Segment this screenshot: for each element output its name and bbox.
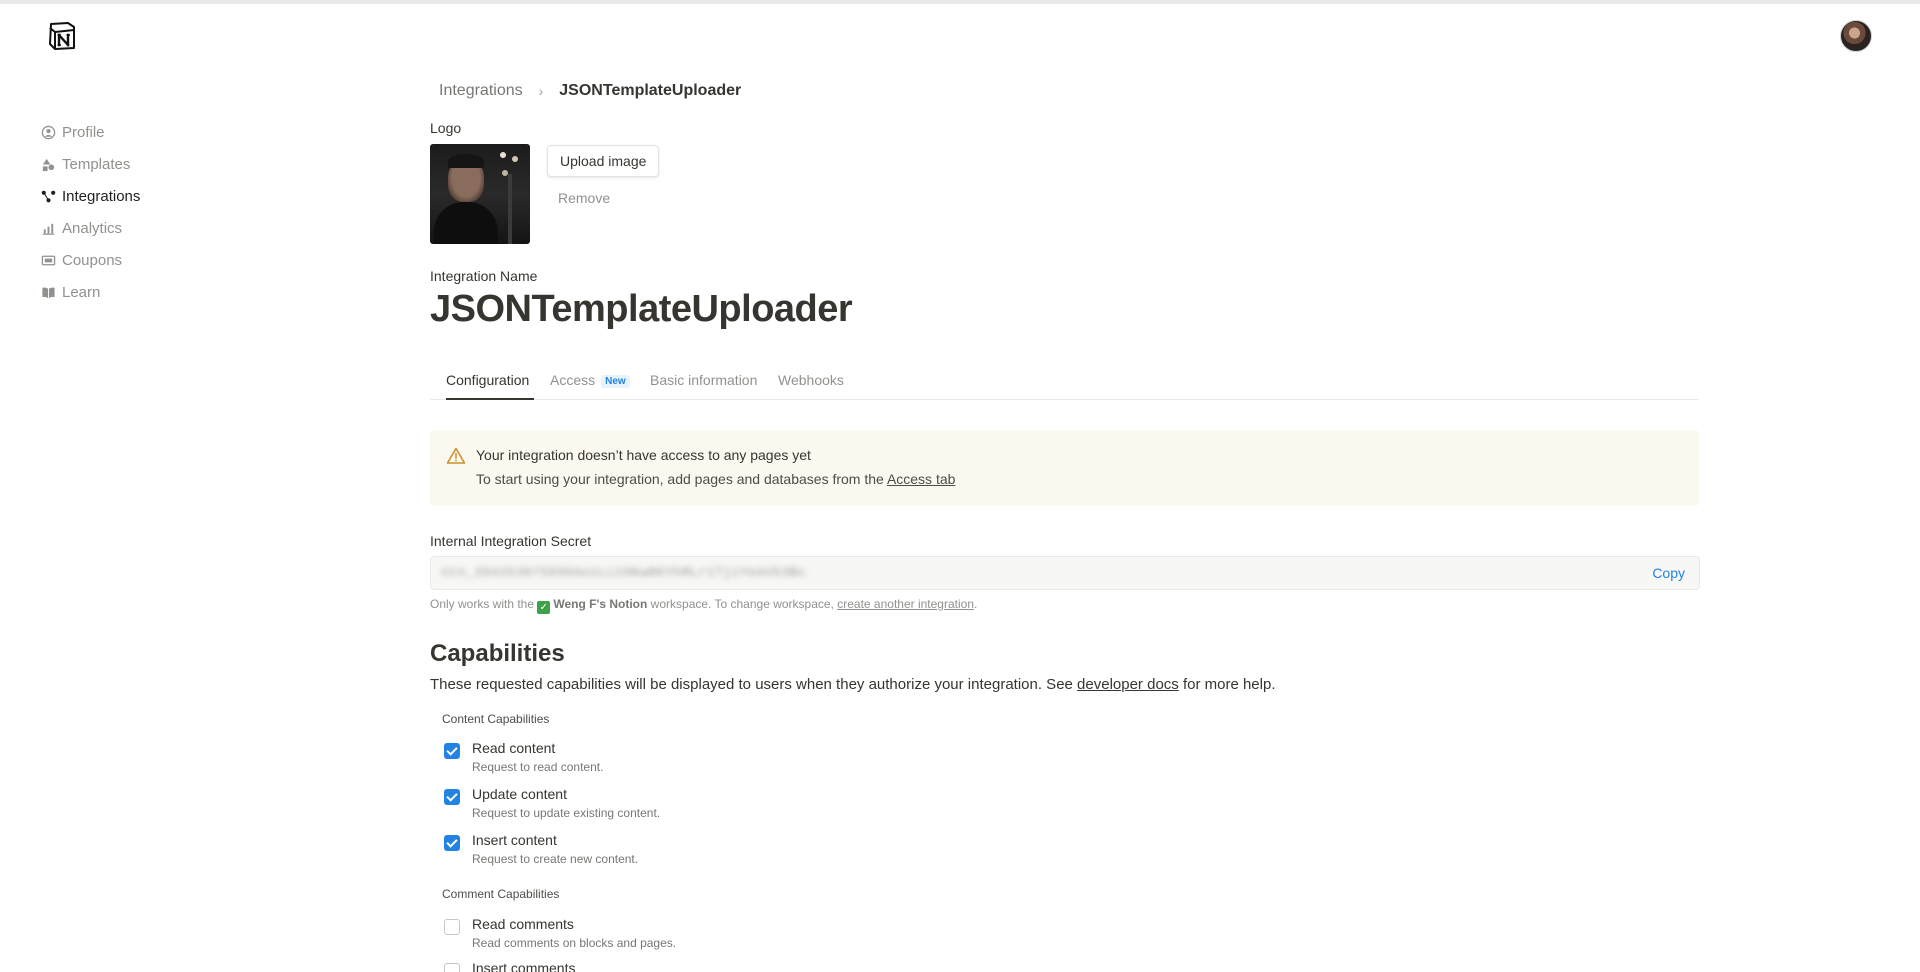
sidebar-item-label: Coupons	[62, 251, 123, 269]
capability-name: Insert comments	[472, 960, 576, 972]
capabilities-description: These requested capabilities will be dis…	[430, 676, 1276, 693]
sidebar-item-integrations[interactable]: Integrations	[40, 180, 300, 212]
warning-text: To start using your integration, add pag…	[476, 471, 956, 487]
book-icon	[40, 284, 56, 300]
sidebar-item-templates[interactable]: Templates	[40, 148, 300, 180]
chevron-right-icon: ›	[538, 83, 544, 99]
tab-bar: Configuration Access New Basic informatio…	[430, 366, 1699, 400]
sidebar-item-label: Integrations	[62, 187, 141, 205]
capability-desc: Read comments on blocks and pages.	[472, 936, 677, 950]
breadcrumb-current: JSONTemplateUploader	[559, 82, 742, 99]
capabilities-heading: Capabilities	[430, 640, 565, 667]
capability-desc: Request to read content.	[472, 760, 604, 774]
capability-name: Update content	[472, 786, 567, 802]
upload-image-button[interactable]: Upload image	[547, 145, 660, 177]
sidebar-item-label: Analytics	[62, 219, 123, 237]
tab-access[interactable]: Access New	[550, 372, 630, 388]
sidebar-nav: Profile Templates Integrations Analytics…	[40, 116, 300, 308]
developer-docs-link[interactable]: developer docs	[1077, 676, 1179, 693]
read-comments-checkbox[interactable]	[444, 919, 460, 935]
capability-name: Insert content	[472, 832, 557, 848]
secret-field[interactable]: ntn_394253075896Ao1LLCHKwRKYhMLr1TjiYeAV…	[430, 556, 1700, 590]
user-avatar[interactable]	[1840, 20, 1872, 52]
integration-name-label: Integration Name	[430, 268, 538, 284]
notion-logo-icon[interactable]	[46, 20, 78, 52]
chart-icon	[40, 220, 56, 236]
secret-label: Internal Integration Secret	[430, 533, 592, 549]
ticket-icon	[40, 252, 56, 268]
capability-name: Read content	[472, 740, 556, 756]
capability-name: Read comments	[472, 916, 574, 932]
person-circle-icon	[40, 124, 56, 140]
tab-webhooks[interactable]: Webhooks	[778, 372, 844, 388]
copy-secret-button[interactable]: Copy	[1652, 565, 1685, 581]
sidebar-item-profile[interactable]: Profile	[40, 116, 300, 148]
capability-desc: Request to update existing content.	[472, 806, 661, 820]
workspace-note: Only works with the ✓ Weng F's Notion wor…	[430, 597, 978, 614]
sidebar-item-label: Profile	[62, 123, 105, 141]
content-capabilities-label: Content Capabilities	[442, 712, 550, 726]
insert-comments-checkbox[interactable]	[444, 963, 460, 972]
comment-capabilities-label: Comment Capabilities	[442, 887, 560, 901]
window-top-border	[0, 0, 1920, 4]
integration-logo-image	[430, 144, 530, 244]
secret-value: ntn_394253075896Ao1LLCHKwRKYhMLr1TjiYeAV…	[441, 565, 807, 580]
no-access-warning: Your integration doesn’t have access to …	[430, 430, 1699, 506]
update-content-checkbox[interactable]	[444, 789, 460, 805]
breadcrumb: Integrations › JSONTemplateUploader	[439, 82, 741, 100]
check-mark-icon: ✓	[537, 601, 551, 614]
active-tab-indicator	[446, 398, 534, 400]
nodes-icon	[40, 188, 56, 204]
insert-content-checkbox[interactable]	[444, 835, 460, 851]
warning-triangle-icon	[446, 446, 466, 466]
warning-title: Your integration doesn’t have access to …	[476, 447, 811, 463]
logo-label: Logo	[430, 120, 462, 136]
read-content-checkbox[interactable]	[444, 743, 460, 759]
create-another-integration-link[interactable]: create another integration	[837, 597, 974, 611]
workspace-name: Weng F's Notion	[553, 597, 648, 611]
sidebar-item-label: Learn	[62, 283, 101, 301]
access-tab-link[interactable]: Access tab	[887, 471, 955, 487]
sidebar-item-analytics[interactable]: Analytics	[40, 212, 300, 244]
sidebar-item-coupons[interactable]: Coupons	[40, 244, 300, 276]
sidebar-item-label: Templates	[62, 155, 131, 173]
tab-configuration[interactable]: Configuration	[446, 372, 529, 388]
remove-logo-button[interactable]: Remove	[558, 190, 610, 206]
tab-basic-information[interactable]: Basic information	[650, 372, 757, 388]
sidebar-item-learn[interactable]: Learn	[40, 276, 300, 308]
integration-name-title[interactable]: JSONTemplateUploader	[430, 288, 853, 331]
capability-desc: Request to create new content.	[472, 852, 639, 866]
shapes-icon	[40, 156, 56, 172]
new-badge: New	[601, 375, 630, 388]
breadcrumb-integrations-link[interactable]: Integrations	[439, 82, 523, 100]
